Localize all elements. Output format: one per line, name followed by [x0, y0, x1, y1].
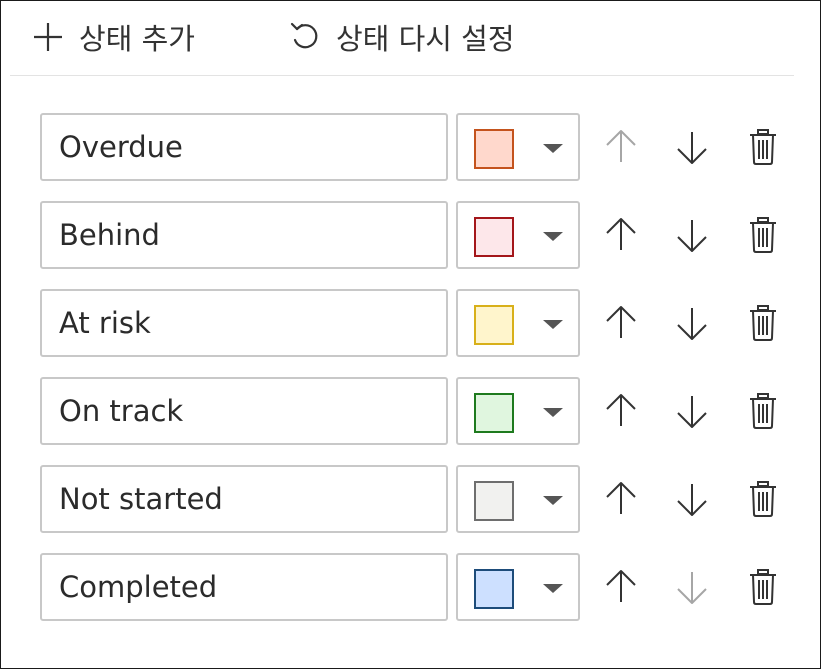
chevron-down-icon	[543, 320, 563, 329]
color-swatch	[474, 129, 514, 169]
status-color-dropdown[interactable]	[456, 113, 580, 181]
trash-icon	[750, 305, 776, 341]
trash-icon	[750, 481, 776, 517]
status-name-input[interactable]: Behind	[40, 201, 448, 269]
status-name-text: On track	[59, 394, 184, 428]
status-name-input[interactable]: On track	[40, 377, 448, 445]
chevron-down-icon	[543, 232, 563, 241]
move-up-button[interactable]	[601, 567, 641, 607]
plus-icon	[31, 20, 65, 54]
status-row: At risk	[1, 289, 820, 357]
delete-status-button[interactable]	[743, 215, 783, 255]
status-name-input[interactable]: Completed	[40, 553, 448, 621]
arrow-up-icon	[606, 394, 636, 426]
chevron-down-icon	[543, 144, 563, 153]
status-row: Behind	[1, 201, 820, 269]
status-row: Overdue	[1, 113, 820, 181]
status-row: On track	[1, 377, 820, 445]
status-name-text: Behind	[59, 218, 160, 252]
chevron-down-icon	[543, 408, 563, 417]
status-color-dropdown[interactable]	[456, 377, 580, 445]
move-down-button[interactable]	[672, 215, 712, 255]
chevron-down-icon	[543, 496, 563, 505]
status-name-input[interactable]: At risk	[40, 289, 448, 357]
status-row: Completed	[1, 553, 820, 621]
toolbar-divider	[10, 75, 794, 76]
move-up-button[interactable]	[601, 215, 641, 255]
color-swatch	[474, 481, 514, 521]
arrow-up-icon	[606, 218, 636, 250]
chevron-down-icon	[543, 584, 563, 593]
reset-statuses-label: 상태 다시 설정	[336, 22, 515, 56]
move-down-button[interactable]	[672, 479, 712, 519]
toolbar: 상태 추가 상태 다시 설정	[1, 1, 820, 77]
arrow-down-icon	[677, 572, 707, 604]
arrow-down-icon	[677, 132, 707, 164]
delete-status-button[interactable]	[743, 303, 783, 343]
arrow-down-icon	[677, 220, 707, 252]
move-down-button[interactable]	[672, 391, 712, 431]
status-color-dropdown[interactable]	[456, 289, 580, 357]
move-down-button[interactable]	[672, 567, 712, 607]
trash-icon	[750, 393, 776, 429]
arrow-down-icon	[677, 484, 707, 516]
color-swatch	[474, 217, 514, 257]
trash-icon	[750, 129, 776, 165]
arrow-up-icon	[606, 306, 636, 338]
move-up-button[interactable]	[601, 303, 641, 343]
undo-icon	[288, 20, 322, 54]
status-name-input[interactable]: Not started	[40, 465, 448, 533]
arrow-down-icon	[677, 396, 707, 428]
status-name-input[interactable]: Overdue	[40, 113, 448, 181]
move-up-button[interactable]	[601, 127, 641, 167]
delete-status-button[interactable]	[743, 567, 783, 607]
delete-status-button[interactable]	[743, 479, 783, 519]
status-color-dropdown[interactable]	[456, 553, 580, 621]
arrow-down-icon	[677, 308, 707, 340]
status-name-text: Completed	[59, 570, 218, 604]
add-status-label: 상태 추가	[79, 22, 195, 56]
status-settings-panel: 상태 추가 상태 다시 설정 Overdue Behind At risk On…	[0, 0, 821, 669]
status-color-dropdown[interactable]	[456, 465, 580, 533]
arrow-up-icon	[606, 130, 636, 162]
color-swatch	[474, 393, 514, 433]
color-swatch	[474, 569, 514, 609]
status-color-dropdown[interactable]	[456, 201, 580, 269]
add-status-button[interactable]: 상태 추가	[31, 15, 195, 59]
move-down-button[interactable]	[672, 127, 712, 167]
status-name-text: Not started	[59, 482, 223, 516]
move-down-button[interactable]	[672, 303, 712, 343]
arrow-up-icon	[606, 570, 636, 602]
status-row: Not started	[1, 465, 820, 533]
status-name-text: At risk	[59, 306, 151, 340]
trash-icon	[750, 217, 776, 253]
color-swatch	[474, 305, 514, 345]
move-up-button[interactable]	[601, 391, 641, 431]
status-name-text: Overdue	[59, 130, 183, 164]
trash-icon	[750, 569, 776, 605]
arrow-up-icon	[606, 482, 636, 514]
move-up-button[interactable]	[601, 479, 641, 519]
reset-statuses-button[interactable]: 상태 다시 설정	[288, 15, 515, 59]
delete-status-button[interactable]	[743, 391, 783, 431]
delete-status-button[interactable]	[743, 127, 783, 167]
